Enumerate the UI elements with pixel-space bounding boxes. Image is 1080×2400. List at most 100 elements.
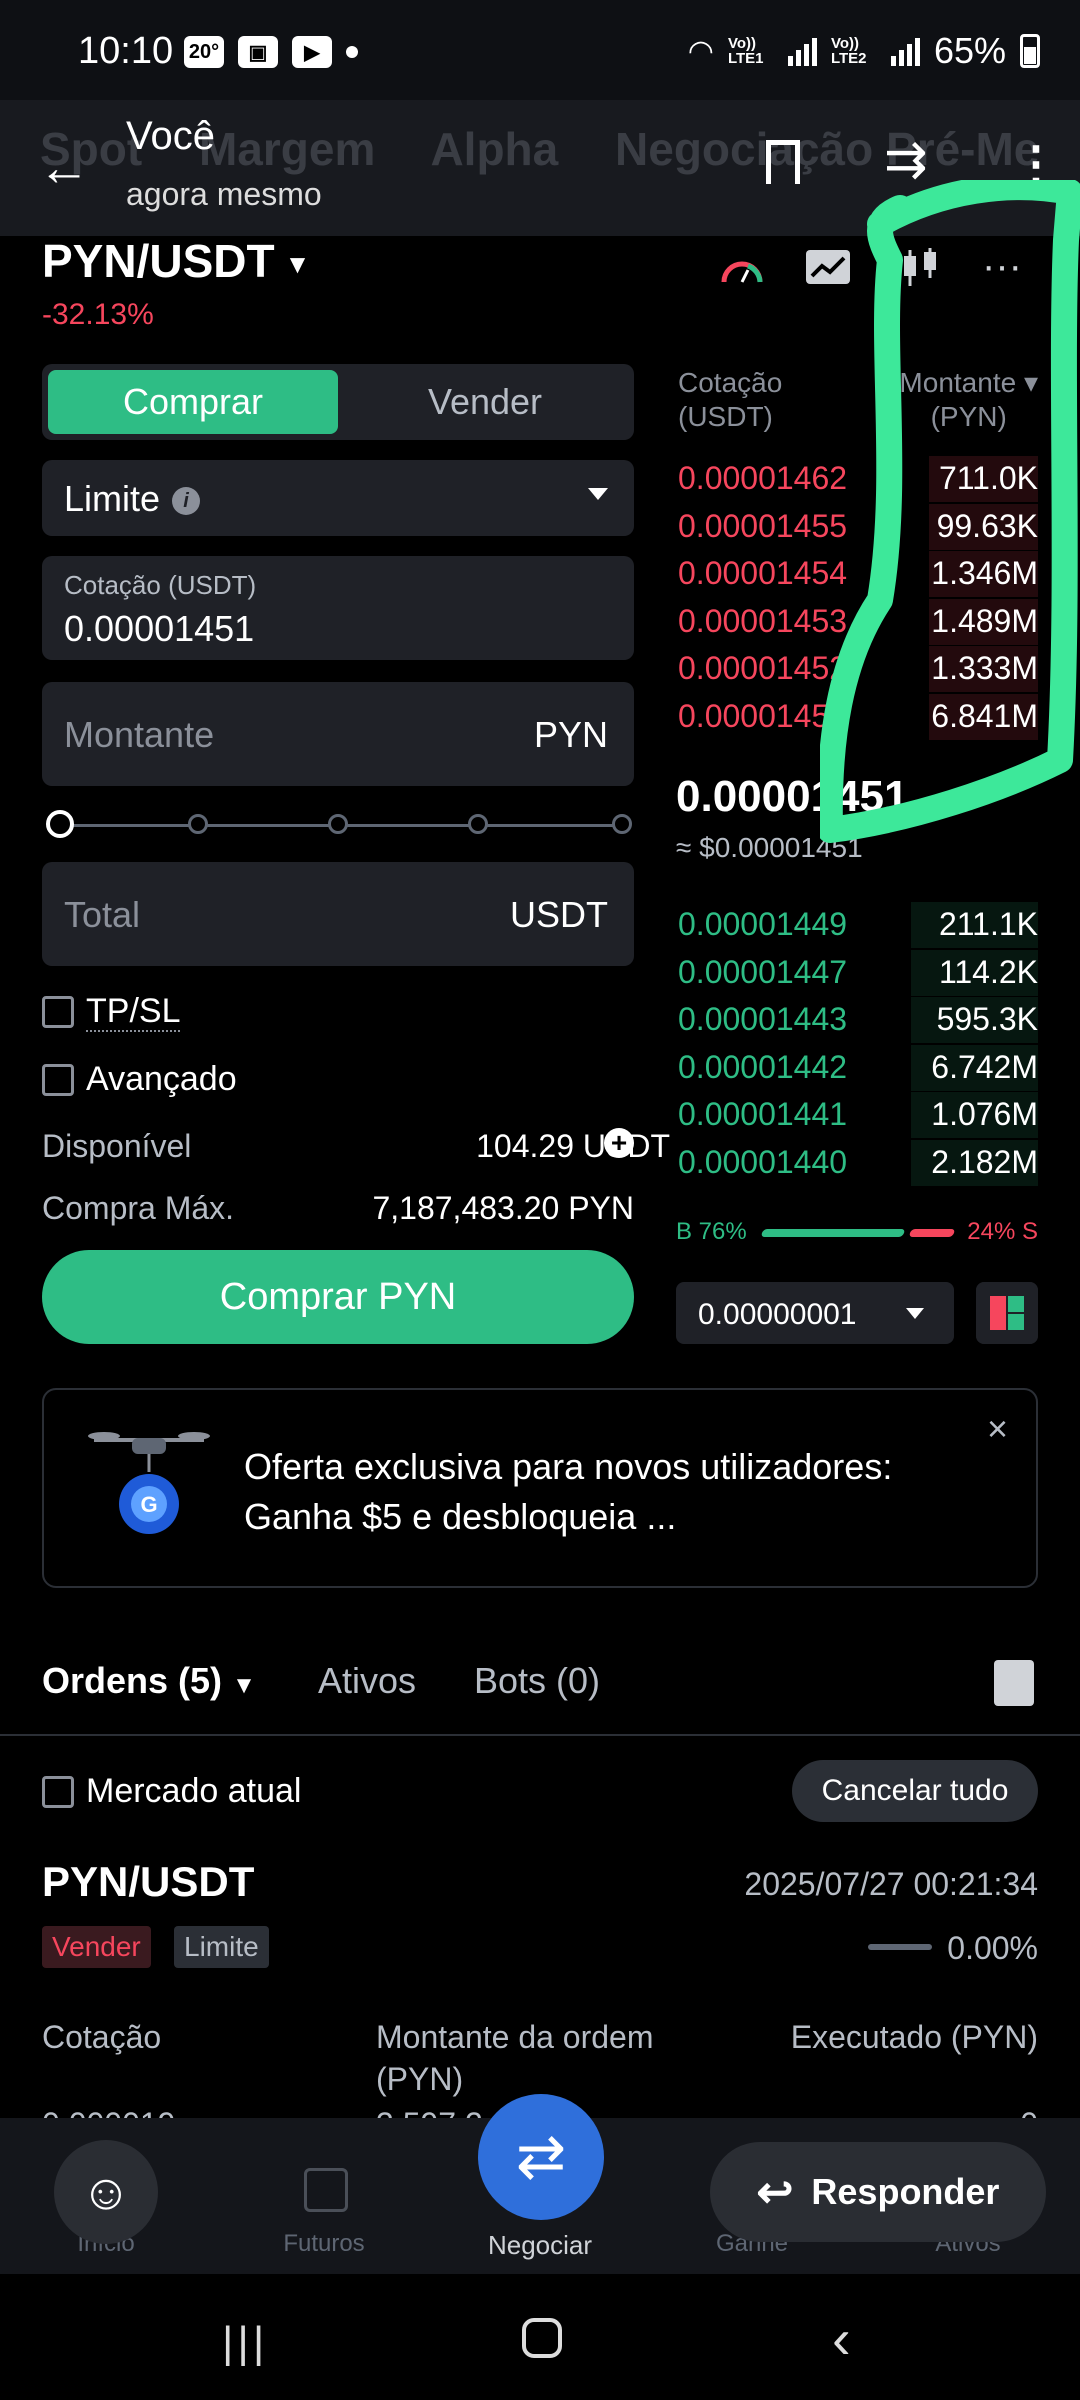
sell-tab[interactable]: Vender (340, 370, 630, 434)
tab-margem[interactable]: Margem (199, 123, 375, 175)
current-market-checkbox[interactable] (42, 1776, 74, 1808)
pair-name: PYN/USDT (42, 235, 275, 287)
amount-placeholder: Montante (64, 714, 215, 755)
promo-banner[interactable]: G Oferta exclusiva para novos utilizador… (42, 1388, 1038, 1588)
tpsl-label[interactable]: TP/SL (86, 992, 181, 1032)
bid-amount: 1.076M (931, 1096, 1038, 1132)
buy-submit-button[interactable]: Comprar PYN (42, 1250, 634, 1344)
back-arrow-icon[interactable]: ← (38, 138, 90, 198)
bid-price: 0.00001449 (678, 906, 848, 942)
tab-bots[interactable]: Bots (0) (474, 1660, 600, 1702)
slider-step-25[interactable] (188, 814, 208, 834)
total-placeholder: Total (64, 894, 141, 935)
slider-step-75[interactable] (468, 814, 488, 834)
precision-select[interactable]: 0.00000001 (676, 1282, 954, 1344)
order-pair: PYN/USDT (42, 1858, 255, 1905)
tab-orders-label: Ordens (5) (42, 1660, 223, 1701)
advanced-label: Avançado (86, 1060, 237, 1098)
bid-row[interactable]: 0.00001443 595.3K (676, 997, 1038, 1043)
tab-pre-market[interactable]: Negociação Pré-Me (615, 123, 1039, 175)
highlight-annotation (820, 180, 1080, 843)
amount-slider-handle[interactable] (46, 810, 74, 838)
orderbook-price-header: Cotação (USDT) (678, 367, 783, 432)
orderbook-layout-icon[interactable] (976, 1282, 1038, 1344)
tab-orders[interactable]: Ordens (5) ▼ (42, 1660, 256, 1702)
bookmark-icon[interactable] (766, 140, 800, 184)
tpsl-checkbox[interactable] (42, 996, 74, 1028)
price-input[interactable]: Cotação (USDT) 0.00001451 (42, 556, 634, 660)
info-icon[interactable]: i (172, 487, 201, 516)
status-system-icons: ◠ Vo)) LTE1 Vo)) LTE2 65% (688, 30, 1040, 72)
bid-row[interactable]: 0.00001447 114.2K (676, 949, 1038, 996)
recents-icon[interactable]: ||| (222, 2318, 268, 2368)
status-notification-icons: 20° ▣ ▶ (184, 36, 358, 68)
dropdown-caret-icon (588, 488, 608, 500)
sent-time: agora mesmo (126, 176, 322, 212)
order-type-select[interactable]: Limite i (42, 460, 634, 536)
bid-row[interactable]: 0.00001441 1.076M (676, 1092, 1038, 1138)
cancel-all-button[interactable]: Cancelar tudo (792, 1760, 1038, 1822)
sender-name: Você (126, 114, 215, 158)
reply-button[interactable]: ↩ Responder (710, 2142, 1046, 2242)
back-icon[interactable]: ‹ (832, 2306, 851, 2371)
pair-selector[interactable]: PYN/USDT ▼ (42, 234, 310, 288)
divider (0, 1734, 1080, 1736)
bid-amount: 2.182M (931, 1143, 1038, 1180)
tab-assets[interactable]: Ativos (318, 1660, 416, 1702)
order-date: 2025/07/27 00:21:34 (744, 1866, 1038, 1902)
battery-percent: 65% (933, 30, 1006, 71)
home-icon[interactable] (522, 2318, 562, 2358)
bid-price: 0.00001442 (678, 1048, 848, 1085)
tab-alpha[interactable]: Alpha (430, 123, 558, 175)
temperature-icon: 20° (184, 36, 224, 68)
order-history-icon[interactable] (994, 1660, 1034, 1706)
battery-icon (1020, 34, 1040, 68)
advanced-checkbox[interactable] (42, 1064, 74, 1096)
price-input-value: 0.00001451 (64, 608, 255, 649)
status-time: 10:10 (78, 30, 174, 72)
caret-down-icon: ▼ (232, 1672, 256, 1699)
futures-icon[interactable] (304, 2168, 348, 2212)
amount-input[interactable]: Montante PYN (42, 682, 634, 786)
bid-price: 0.00001443 (678, 1001, 848, 1037)
order-fill-bar (868, 1944, 932, 1950)
order-type-badge: Limite (174, 1926, 269, 1968)
emoji-reaction-icon[interactable]: ☺ (54, 2140, 158, 2244)
bid-row[interactable]: 0.00001449 211.1K (676, 902, 1038, 948)
signal1-icon (787, 36, 817, 66)
bid-price: 0.00001440 (678, 1143, 848, 1180)
bid-price: 0.00001447 (678, 953, 848, 990)
buy-ratio: B 76% (676, 1218, 747, 1245)
bid-amount: 114.2K (938, 953, 1038, 990)
available-value: 104.29 USDT (476, 1128, 670, 1164)
signal2-icon (890, 36, 920, 66)
lte2-label: Vo)) LTE2 (830, 35, 867, 67)
max-buy-value: 7,187,483.20 PYN (372, 1190, 634, 1226)
total-input[interactable]: Total USDT (42, 862, 634, 966)
price-change: -32.13% (42, 298, 154, 331)
order-type-wrap: Limite i (64, 478, 201, 520)
close-icon[interactable]: × (987, 1408, 1008, 1450)
sell-ratio-bar (908, 1229, 956, 1237)
bid-amount: 211.1K (938, 906, 1038, 942)
nav-negociar[interactable]: Negociar (460, 2230, 620, 2261)
gallery-icon: ▣ (238, 36, 278, 68)
trade-swap-icon[interactable]: ⇄ (478, 2094, 604, 2220)
gauge-icon[interactable] (718, 248, 766, 288)
sell-ratio: 24% S (967, 1218, 1038, 1245)
buy-tab[interactable]: Comprar (48, 370, 338, 434)
amount-unit: PYN (533, 714, 608, 755)
nav-futuros[interactable]: Futuros (244, 2230, 404, 2258)
slider-step-100[interactable] (612, 814, 632, 834)
deposit-plus-icon[interactable]: + (604, 1128, 634, 1158)
bid-row[interactable]: 0.00001440 2.182M (676, 1139, 1038, 1186)
more-notifications-icon (346, 46, 358, 58)
lte1-label: Vo)) LTE1 (727, 35, 764, 67)
wifi-icon: ◠ (687, 34, 714, 68)
slider-step-50[interactable] (328, 814, 348, 834)
price-input-label: Cotação (USDT) (64, 570, 257, 600)
bid-row[interactable]: 0.00001442 6.742M (676, 1044, 1038, 1091)
bid-amount: 6.742M (931, 1048, 1038, 1085)
order-type-label: Limite (64, 478, 161, 519)
youtube-icon: ▶ (292, 36, 332, 68)
